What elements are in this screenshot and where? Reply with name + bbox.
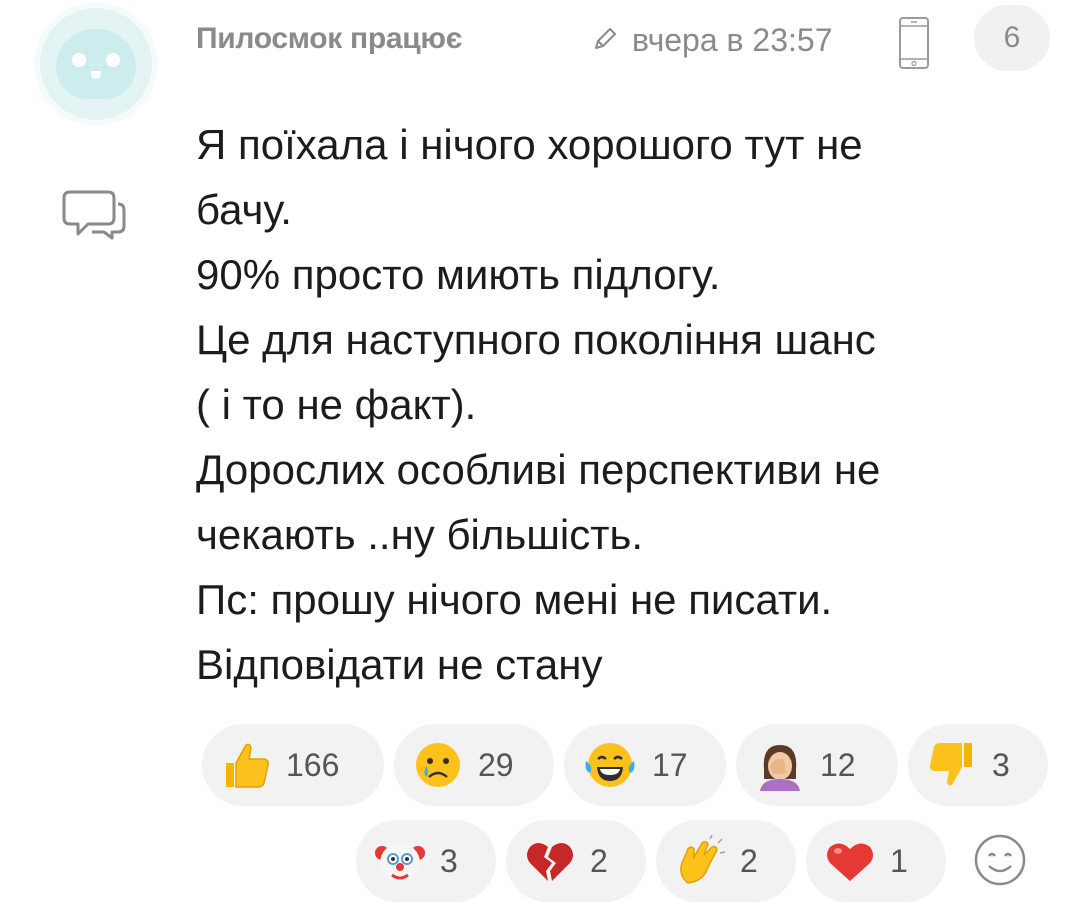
comment-line: Це для наступного покоління шанс (196, 316, 876, 363)
clapping-hands-icon (674, 835, 726, 887)
reply-count-badge[interactable]: 6 (974, 5, 1050, 71)
tears-of-joy-icon (582, 739, 638, 791)
red-heart-icon (824, 835, 876, 887)
author-name[interactable]: Пилосмок працює (196, 22, 462, 56)
add-reaction-smile-icon[interactable] (972, 832, 1028, 888)
reaction-count: 3 (440, 842, 458, 879)
comment-line: Відповідати не стану (196, 641, 603, 688)
reaction-crying-button[interactable]: 29 (394, 724, 554, 806)
edit-pencil-icon (595, 28, 616, 49)
comment-line: чекають ..ну більшість. (196, 511, 644, 558)
reaction-thumbs-down-button[interactable]: 3 (908, 724, 1048, 806)
comment-body: Я поїхала і нічого хорошого тут не бачу.… (196, 112, 1036, 697)
comment-line: бачу. (196, 186, 292, 233)
reaction-red-heart-button[interactable]: 1 (806, 820, 946, 902)
avatar-owl-icon (56, 29, 136, 99)
broken-heart-icon (524, 835, 576, 887)
comment-line: Я поїхала і нічого хорошого тут не (196, 121, 863, 168)
comment-line: ( і то не факт). (196, 381, 477, 428)
reaction-count: 12 (820, 746, 856, 783)
thumbs-down-icon (926, 739, 978, 791)
comment-line: 90% просто миють підлогу. (196, 251, 721, 298)
reaction-count: 2 (590, 842, 608, 879)
avatar[interactable] (40, 8, 152, 120)
reply-icon[interactable] (62, 186, 128, 242)
clown-face-icon (374, 835, 426, 887)
comment-line: Дорослих особливі перспективи не (196, 446, 881, 493)
comment-timestamp: вчера в 23:57 (632, 22, 833, 58)
mobile-device-icon (899, 17, 929, 69)
reaction-count: 166 (286, 746, 340, 783)
reaction-tears-of-joy-button[interactable]: 17 (564, 724, 726, 806)
reaction-clown-button[interactable]: 3 (356, 820, 496, 902)
reaction-thumbs-up-button[interactable]: 166 (202, 724, 384, 806)
reaction-count: 3 (992, 746, 1010, 783)
reaction-clapping-button[interactable]: 2 (656, 820, 796, 902)
reaction-count: 1 (890, 842, 908, 879)
reaction-count: 2 (740, 842, 758, 879)
reaction-count: 29 (478, 746, 514, 783)
reaction-broken-heart-button[interactable]: 2 (506, 820, 646, 902)
reaction-count: 17 (652, 746, 688, 783)
thumbs-up-icon (220, 739, 272, 791)
facepalm-icon (754, 739, 806, 791)
crying-face-icon (412, 739, 464, 791)
comment-line: Пс: прошу нічого мені не писати. (196, 576, 833, 623)
reaction-facepalm-button[interactable]: 12 (736, 724, 898, 806)
